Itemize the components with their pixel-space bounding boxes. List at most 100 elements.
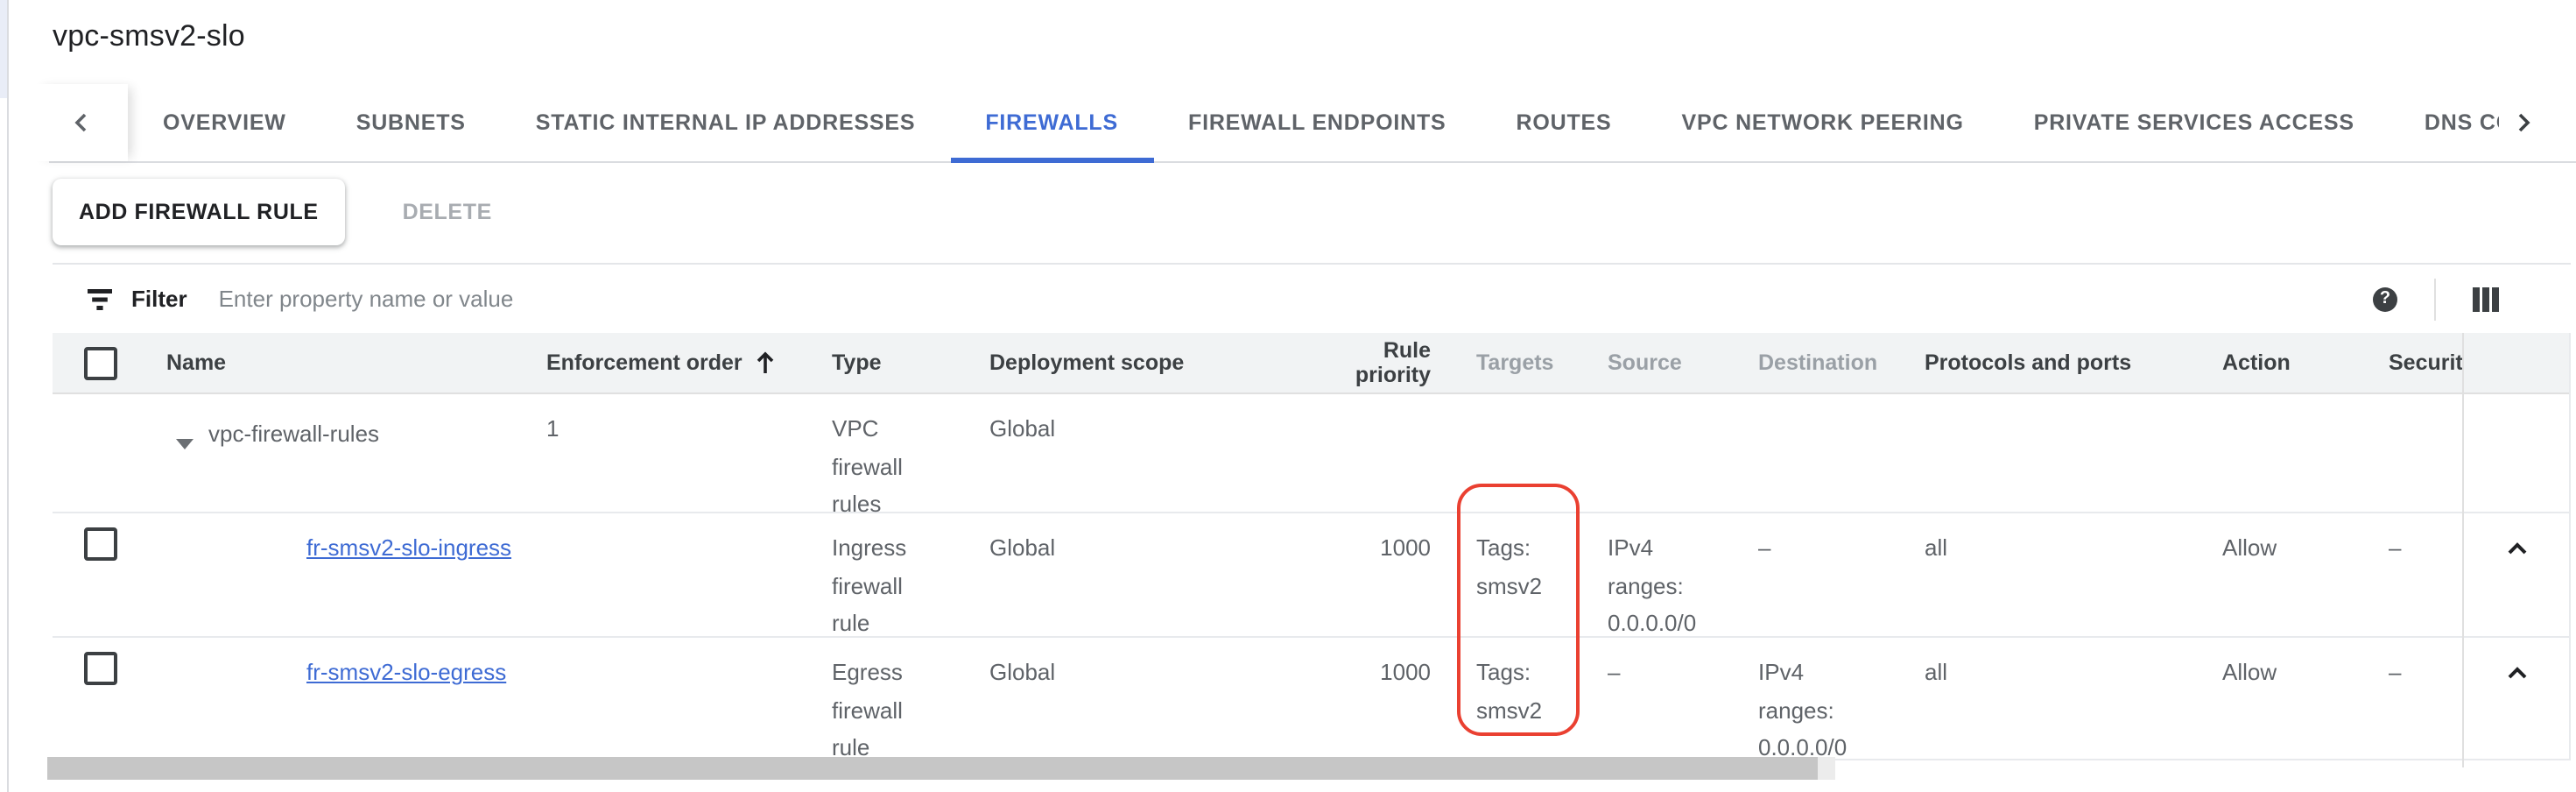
firewall-rules-table: Name Enforcement order Type Deployment s…: [53, 333, 2571, 760]
select-all-checkbox[interactable]: [84, 346, 117, 379]
action-cell: Allow: [2219, 513, 2383, 642]
rule-priority-cell: 1000: [1308, 513, 1436, 642]
filter-label[interactable]: Filter: [131, 286, 187, 312]
enforcement-order-cell: [543, 638, 828, 767]
vpc-network-details-page: vpc-smsv2-slo OVERVIEW SUBNETS STATIC IN…: [0, 0, 2576, 792]
actions-toolbar: ADD FIREWALL RULE DELETE: [53, 177, 503, 247]
protocols-cell: all: [1919, 638, 2219, 767]
column-header-source[interactable]: Source: [1608, 350, 1755, 375]
select-all-checkbox-cell: [53, 346, 166, 379]
filter-bar-actions: ?: [2373, 278, 2571, 320]
chevron-up-icon: [2502, 659, 2532, 687]
chevron-right-icon: [2509, 109, 2537, 137]
checkbox-cell-empty: [53, 394, 166, 523]
column-header-destination[interactable]: Destination: [1755, 350, 1919, 375]
expand-column-header: [2462, 333, 2571, 392]
collapse-row-button[interactable]: [2502, 638, 2532, 687]
tab-private-services-access[interactable]: PRIVATE SERVICES ACCESS: [1999, 84, 2389, 163]
checkbox-cell: [53, 638, 166, 767]
firewall-rules-table-card: Filter ? Name Enforcement order: [53, 263, 2571, 760]
firewall-rule-link-ingress[interactable]: fr-smsv2-slo-ingress: [306, 534, 511, 561]
horizontal-scrollbar-thumb[interactable]: [47, 757, 1818, 780]
column-header-targets[interactable]: Targets: [1436, 350, 1608, 375]
rule-priority-cell: 1000: [1308, 638, 1436, 767]
left-panel-edge: [0, 0, 7, 98]
horizontal-scrollbar[interactable]: [47, 757, 1835, 780]
firewall-rule-link-egress[interactable]: fr-smsv2-slo-egress: [306, 659, 506, 685]
tab-firewall-endpoints[interactable]: FIREWALL ENDPOINTS: [1153, 84, 1482, 163]
tab-bar: OVERVIEW SUBNETS STATIC INTERNAL IP ADDR…: [9, 84, 2576, 163]
filter-bar: Filter ?: [53, 263, 2571, 333]
tabs-scroll-left-button[interactable]: [33, 84, 128, 161]
add-firewall-rule-button[interactable]: ADD FIREWALL RULE: [53, 179, 345, 245]
filter-icon: [86, 286, 114, 311]
enforcement-order-cell: 1: [543, 394, 828, 523]
chevron-up-icon: [2502, 534, 2532, 562]
column-header-enforcement-order[interactable]: Enforcement order: [543, 350, 828, 375]
protocols-cell: all: [1919, 513, 2219, 642]
targets-cell: Tags: smsv2: [1436, 513, 1608, 642]
vertical-divider: [2434, 278, 2436, 320]
source-cell: [1608, 394, 1755, 523]
group-name: vpc-firewall-rules: [208, 415, 379, 453]
rule-priority-cell: [1308, 394, 1436, 523]
security-cell: –: [2383, 638, 2462, 767]
column-header-deployment-scope[interactable]: Deployment scope: [986, 350, 1308, 375]
action-cell: Allow: [2219, 638, 2383, 767]
row-checkbox[interactable]: [84, 652, 117, 685]
column-header-type[interactable]: Type: [828, 350, 986, 375]
enforcement-order-cell: [543, 513, 828, 642]
table-header-row: Name Enforcement order Type Deployment s…: [53, 333, 2569, 394]
source-cell: IPv4 ranges: 0.0.0.0/0: [1608, 513, 1755, 642]
type-cell: Egress firewall rule: [828, 638, 986, 767]
tabs-strip: OVERVIEW SUBNETS STATIC INTERNAL IP ADDR…: [128, 84, 2499, 163]
type-cell: VPC firewall rules: [828, 394, 986, 523]
tab-vpc-network-peering[interactable]: VPC NETWORK PEERING: [1647, 84, 1999, 163]
column-header-security[interactable]: Security: [2383, 350, 2462, 375]
filter-input[interactable]: [215, 284, 2373, 314]
tab-firewalls[interactable]: FIREWALLS: [950, 84, 1153, 163]
protocols-cell: [1919, 394, 2219, 523]
help-icon[interactable]: ?: [2373, 286, 2397, 311]
targets-cell: Tags: smsv2: [1436, 638, 1608, 767]
tab-static-internal-ip-addresses[interactable]: STATIC INTERNAL IP ADDRESSES: [501, 84, 951, 163]
collapse-group-triangle-icon[interactable]: [175, 424, 194, 462]
column-display-options-icon[interactable]: [2473, 286, 2499, 311]
tab-dns-configuration[interactable]: DNS CONFI: [2389, 84, 2499, 163]
checkbox-cell: [53, 513, 166, 642]
source-cell: –: [1608, 638, 1755, 767]
name-cell: fr-smsv2-slo-ingress: [166, 513, 543, 642]
deployment-scope-cell: Global: [986, 394, 1308, 523]
page-title: vpc-smsv2-slo: [53, 19, 245, 54]
table-row-fr-smsv2-slo-egress: fr-smsv2-slo-egress Egress firewall rule…: [53, 638, 2569, 760]
column-header-protocols-and-ports[interactable]: Protocols and ports: [1919, 350, 2219, 375]
table-row-fr-smsv2-slo-ingress: fr-smsv2-slo-ingress Ingress firewall ru…: [53, 513, 2569, 638]
name-cell: fr-smsv2-slo-egress: [166, 638, 543, 767]
targets-cell: [1436, 394, 1608, 523]
destination-cell: –: [1755, 513, 1919, 642]
expand-cell: [2462, 638, 2571, 767]
column-header-rule-priority[interactable]: Rule priority: [1308, 338, 1436, 387]
deployment-scope-cell: Global: [986, 513, 1308, 642]
security-cell: –: [2383, 513, 2462, 642]
tab-overview[interactable]: OVERVIEW: [128, 84, 321, 163]
delete-button[interactable]: DELETE: [392, 198, 503, 226]
destination-cell: [1755, 394, 1919, 523]
tab-routes[interactable]: ROUTES: [1482, 84, 1647, 163]
chevron-left-icon: [67, 109, 95, 137]
collapse-row-button[interactable]: [2502, 513, 2532, 562]
tabs-scroll-right-button[interactable]: [2499, 84, 2576, 161]
sort-ascending-icon: [755, 350, 776, 375]
security-cell: [2383, 394, 2462, 523]
table-row-group-vpc-firewall-rules: vpc-firewall-rules 1 VPC firewall rules …: [53, 394, 2569, 513]
action-cell: [2219, 394, 2383, 523]
column-header-action[interactable]: Action: [2219, 350, 2383, 375]
row-checkbox[interactable]: [84, 527, 117, 561]
column-header-name[interactable]: Name: [166, 350, 543, 375]
destination-cell: IPv4 ranges: 0.0.0.0/0: [1755, 638, 1919, 767]
group-name-cell: vpc-firewall-rules: [166, 394, 543, 523]
expand-cell: [2462, 513, 2571, 642]
deployment-scope-cell: Global: [986, 638, 1308, 767]
type-cell: Ingress firewall rule: [828, 513, 986, 642]
tab-subnets[interactable]: SUBNETS: [321, 84, 501, 163]
